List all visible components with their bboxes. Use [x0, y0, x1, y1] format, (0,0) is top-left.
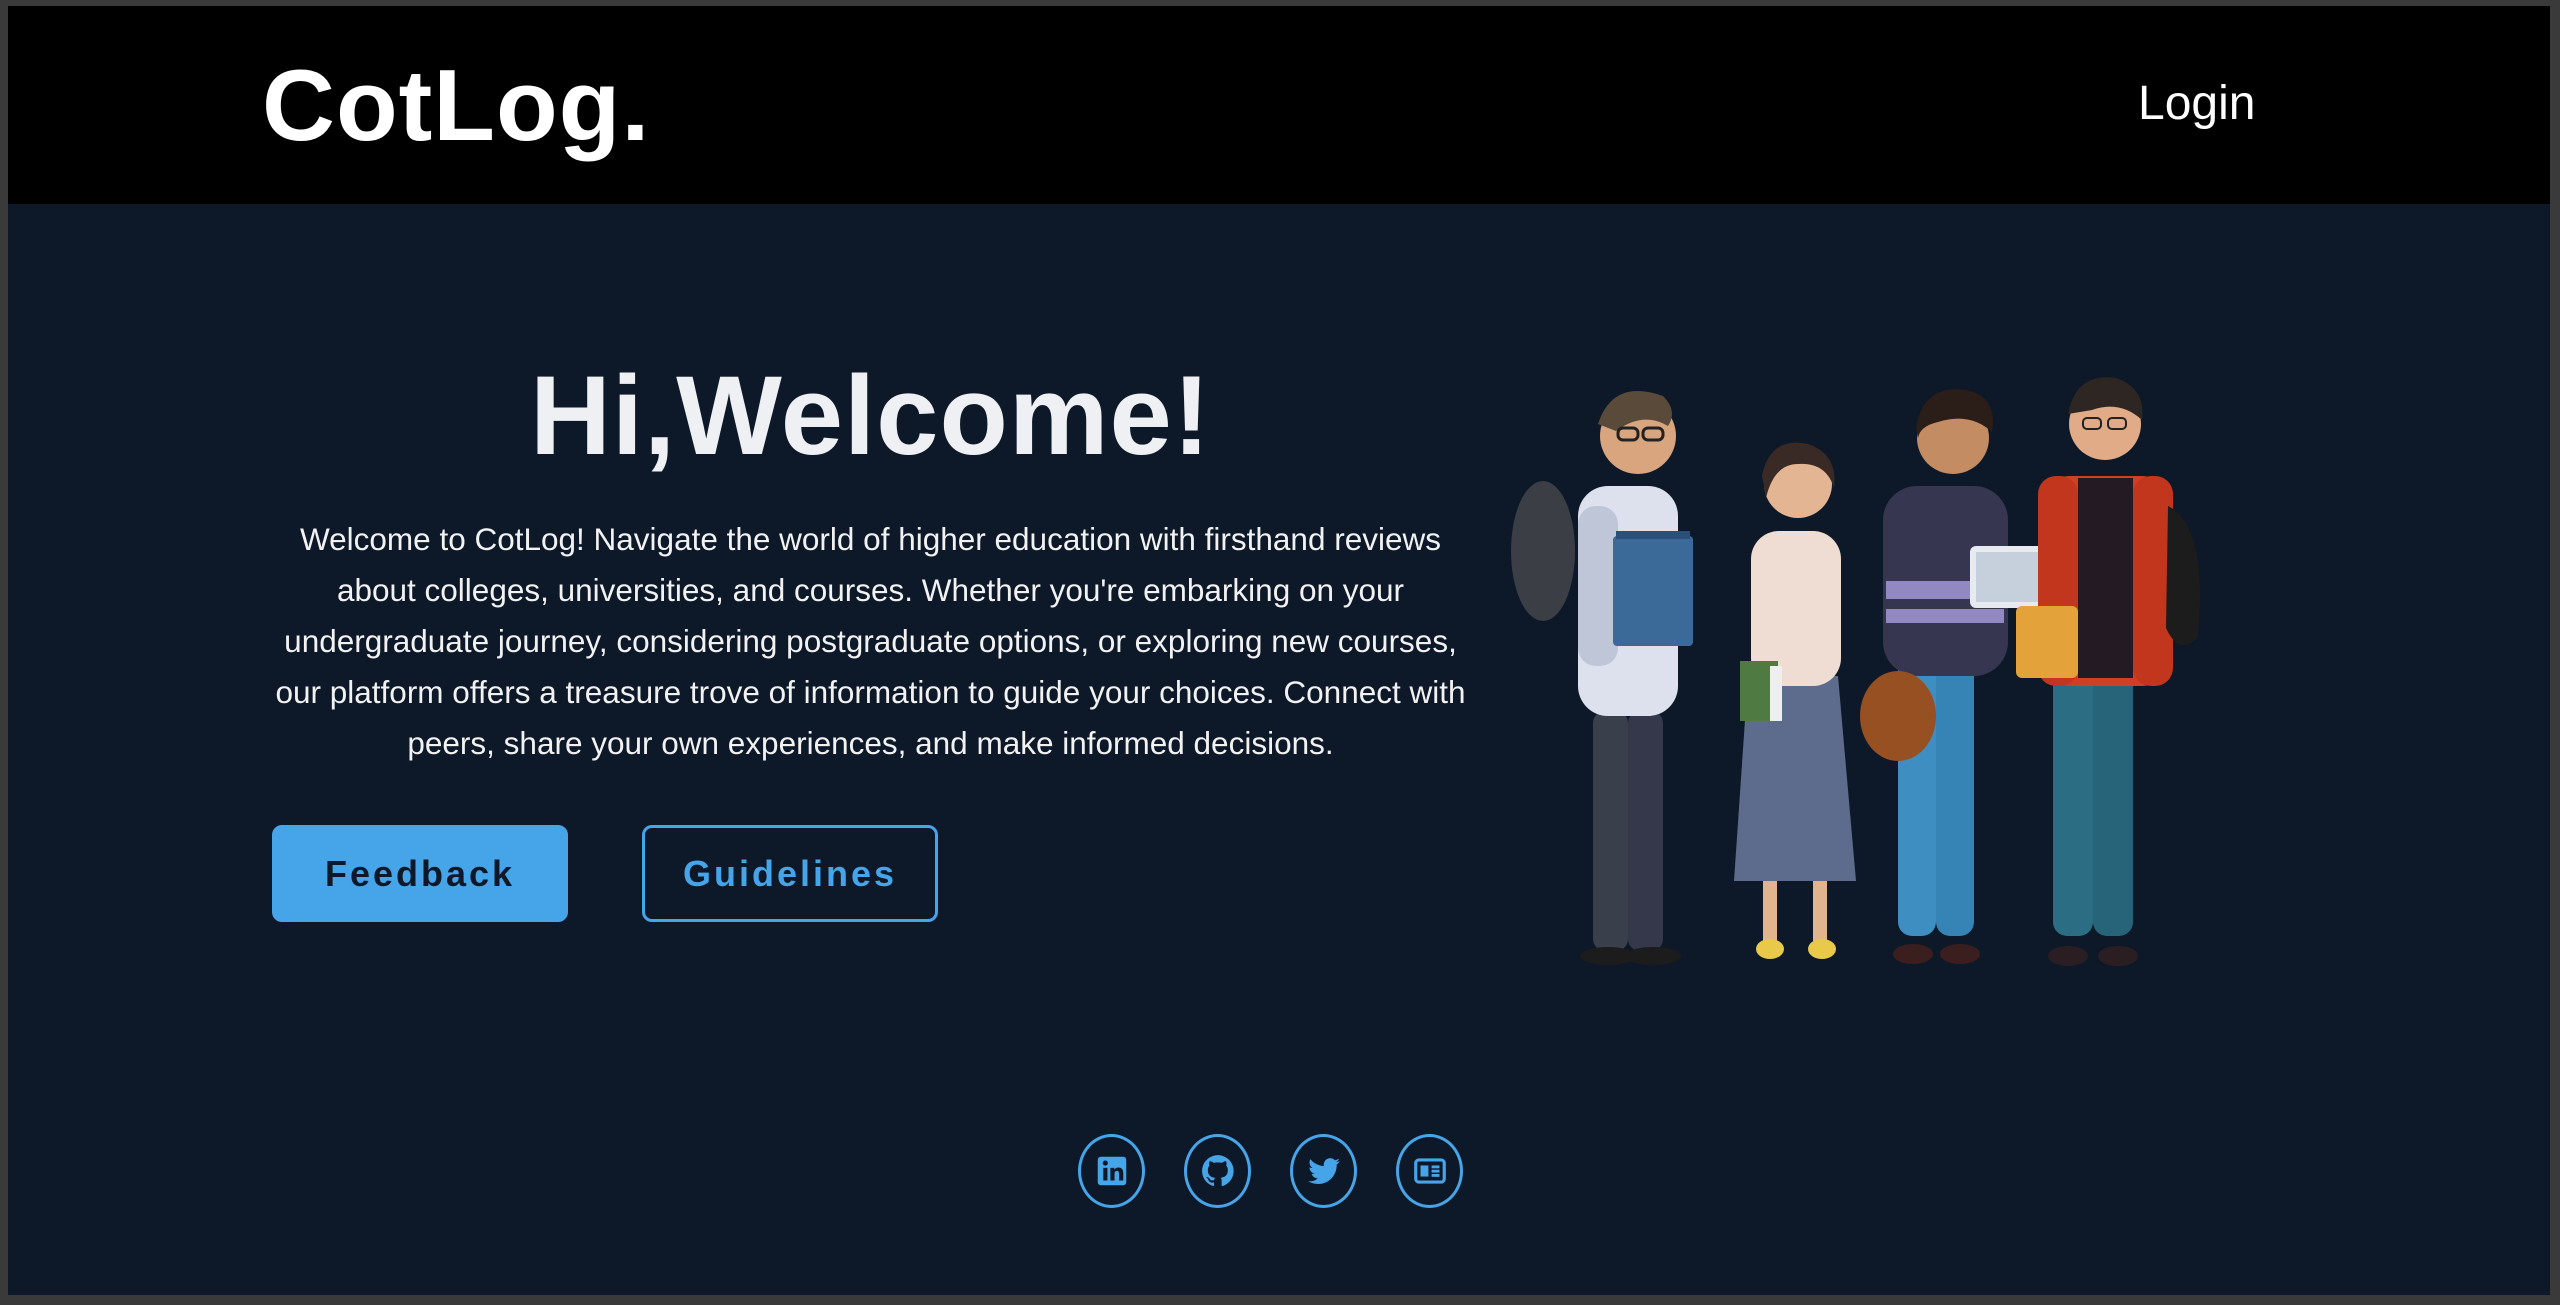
student-one-figure — [1511, 390, 1693, 965]
student-two-figure — [1734, 442, 1856, 959]
feedback-button[interactable]: Feedback — [272, 825, 568, 922]
guidelines-button[interactable]: Guidelines — [642, 825, 938, 922]
app-window: CotLog. Login Hi,Welcome! Welcome to Cot… — [8, 6, 2550, 1295]
hero-description: Welcome to CotLog! Navigate the world of… — [275, 521, 1466, 761]
login-link[interactable]: Login — [2138, 76, 2255, 132]
linkedin-icon[interactable] — [1078, 1134, 1145, 1208]
blog-icon[interactable] — [1396, 1134, 1463, 1208]
students-illustration — [1511, 377, 2200, 966]
hero-section: Hi,Welcome! Welcome to CotLog! Navigate … — [258, 346, 1483, 769]
twitter-icon[interactable] — [1290, 1134, 1357, 1208]
github-icon[interactable] — [1184, 1134, 1251, 1208]
social-links — [1078, 1134, 1463, 1208]
logo[interactable]: CotLog. — [262, 46, 650, 166]
page-title: Hi,Welcome! — [529, 353, 1212, 478]
navbar: CotLog. Login — [8, 6, 2550, 204]
student-four-figure — [2016, 377, 2200, 966]
